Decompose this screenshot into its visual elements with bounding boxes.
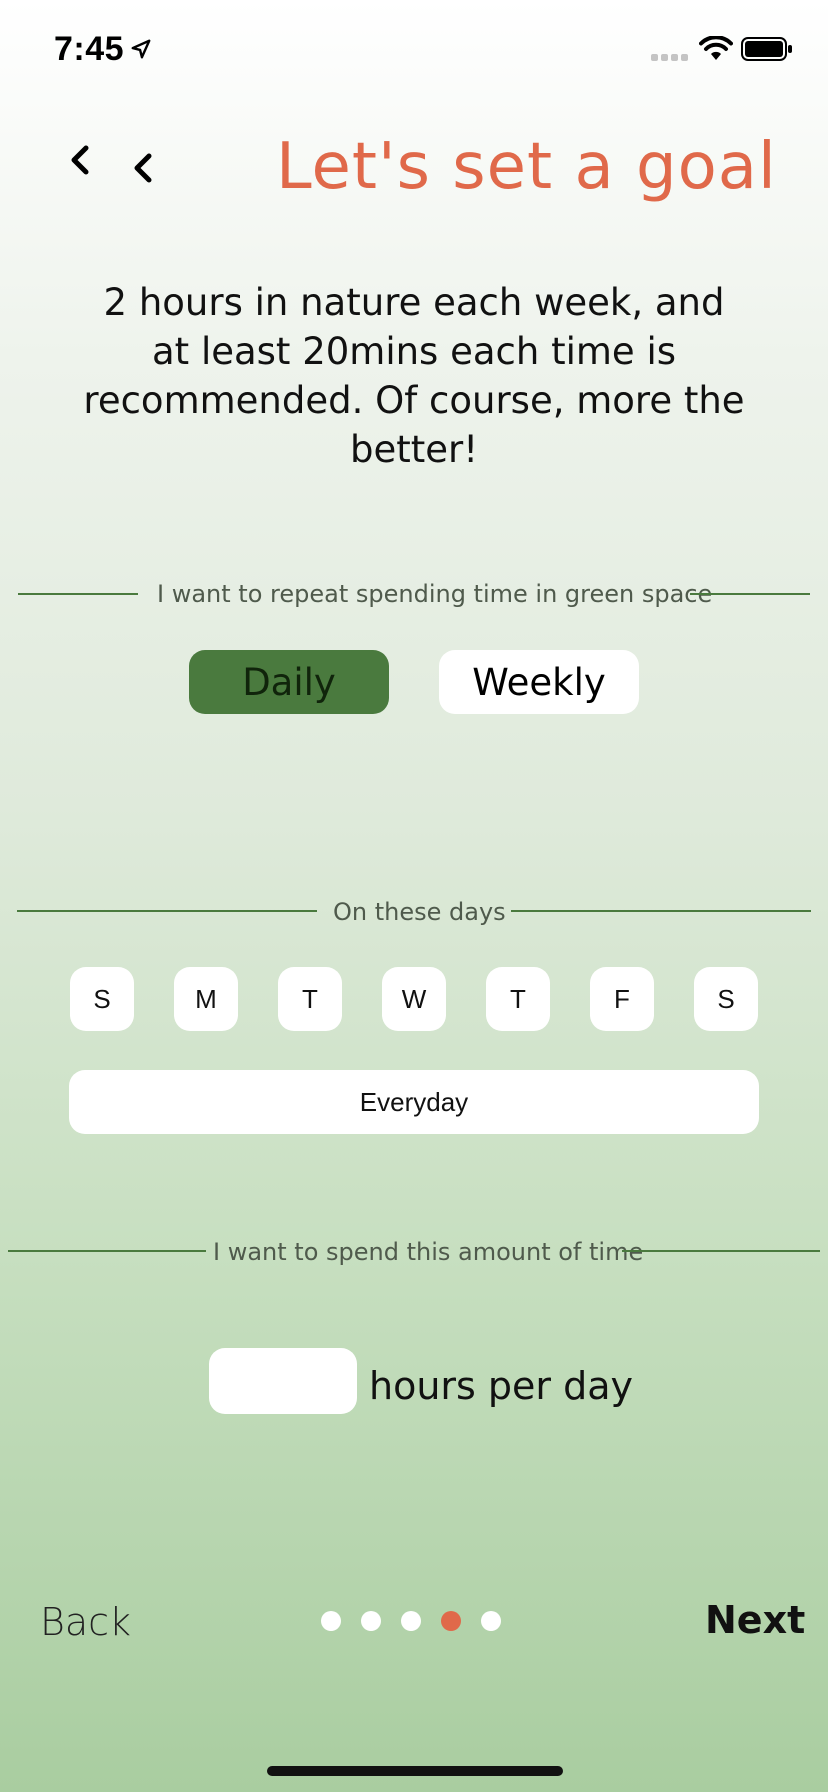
location-arrow-icon [131, 39, 151, 59]
days-section-label: On these days [333, 898, 506, 926]
page-dot[interactable] [361, 1611, 381, 1631]
signal-icon [651, 54, 688, 61]
page-title: Let's set a goal [276, 130, 777, 204]
battery-icon [741, 37, 792, 61]
time-section-label: I want to spend this amount of time [213, 1238, 644, 1266]
weekly-toggle-button[interactable]: Weekly [439, 650, 639, 714]
back-button[interactable]: Back [40, 1600, 131, 1644]
divider-line [17, 910, 317, 912]
next-button[interactable]: Next [705, 1598, 805, 1642]
status-time: 7:45 [54, 30, 125, 68]
day-button-wednesday[interactable]: W [382, 967, 446, 1031]
hours-unit-label: hours per day [369, 1364, 634, 1408]
divider-line [690, 593, 810, 595]
wifi-icon [699, 36, 733, 60]
divider-line [511, 910, 811, 912]
daily-toggle-button[interactable]: Daily [189, 650, 389, 714]
page-dot[interactable] [321, 1611, 341, 1631]
home-indicator[interactable] [267, 1766, 563, 1776]
page-dot-active[interactable] [441, 1611, 461, 1631]
page-dot[interactable] [481, 1611, 501, 1631]
divider-line [8, 1250, 206, 1252]
back-chevron-icon[interactable] [129, 150, 159, 190]
intro-text: 2 hours in nature each week, and at leas… [83, 281, 745, 471]
day-button-thursday[interactable]: T [486, 967, 550, 1031]
day-button-monday[interactable]: M [174, 967, 238, 1031]
day-button-tuesday[interactable]: T [278, 967, 342, 1031]
page-dot[interactable] [401, 1611, 421, 1631]
divider-line [622, 1250, 820, 1252]
day-button-friday[interactable]: F [590, 967, 654, 1031]
divider-line [18, 593, 138, 595]
back-chevron-icon[interactable] [66, 142, 96, 182]
day-button-saturday[interactable]: S [694, 967, 758, 1031]
hours-input[interactable] [209, 1348, 357, 1414]
repeat-section-label: I want to repeat spending time in green … [157, 580, 713, 608]
everyday-button[interactable]: Everyday [69, 1070, 759, 1134]
day-button-sunday[interactable]: S [70, 967, 134, 1031]
